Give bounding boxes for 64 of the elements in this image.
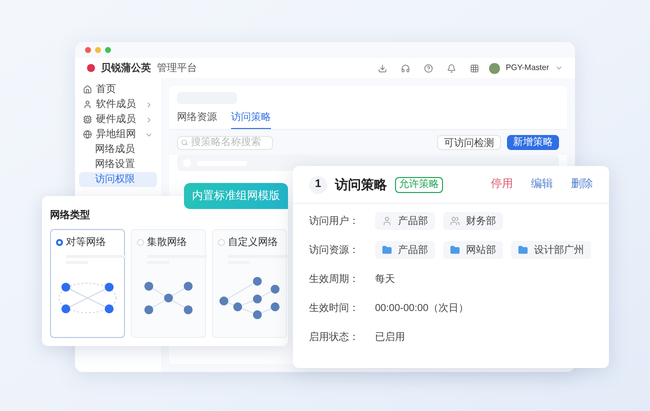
menu-item-icon (83, 85, 92, 94)
folder-icon (518, 245, 528, 255)
headset-icon[interactable] (400, 64, 410, 72)
tag-chip: 设计部广州 (511, 241, 591, 259)
policy-index: 1 (309, 176, 327, 194)
template-banner: 内置标准组网模版 (184, 183, 288, 209)
network-option[interactable]: 自定义网络 (212, 229, 287, 338)
menu-item-icon (83, 100, 92, 109)
brand-name: 贝锐蒲公英 (101, 62, 151, 76)
sidebar-item[interactable]: 硬件成员 (79, 112, 157, 127)
check-button[interactable]: 可访问检测 (437, 135, 501, 150)
sidebar-item[interactable]: 访问权限 (79, 172, 157, 187)
user-icon (382, 216, 392, 226)
sidebar-item[interactable]: 首页 (79, 82, 157, 97)
tab[interactable]: 访问策略 (231, 110, 271, 129)
platform-label: 管理平台 (157, 62, 197, 76)
field-label: 访问资源： (309, 244, 360, 258)
tag-chip: 产品部 (375, 241, 435, 259)
custom-network-drawing (218, 275, 281, 321)
network-option[interactable]: 集散网络 (131, 229, 206, 338)
sidebar-item[interactable]: 异地组网 (79, 127, 157, 142)
option-label: 集散网络 (147, 236, 187, 250)
search-icon (181, 139, 188, 146)
search-field[interactable]: 搜策略名称搜索 (177, 136, 273, 150)
sidebar-item[interactable]: 网络成员 (79, 142, 157, 157)
network-option[interactable]: 对等网络 (50, 229, 125, 338)
radio-icon (137, 239, 144, 246)
option-label: 自定义网络 (228, 236, 278, 250)
action-link[interactable]: 编辑 (531, 176, 553, 193)
card-title: 网络类型 (50, 208, 91, 223)
tag-chip: 财务部 (443, 212, 503, 230)
field-value: 每天 (375, 272, 395, 286)
users-icon (450, 216, 460, 226)
tag-chip: 产品部 (375, 212, 435, 230)
sidebar-item[interactable]: 软件成员 (79, 97, 157, 112)
field-value: 00:00-00:00（次日） (375, 302, 468, 316)
field-label: 生效时间： (309, 302, 360, 316)
add-button[interactable]: 新增策略 (507, 135, 559, 150)
menu-item-icon (83, 115, 92, 124)
avatar-icon (488, 62, 500, 74)
user-name[interactable]: PGY-Master (506, 62, 549, 74)
download-icon[interactable] (378, 64, 387, 72)
radio-icon (56, 239, 63, 246)
help-icon[interactable] (424, 64, 433, 72)
menu-item-icon (83, 130, 92, 139)
disable-link[interactable]: 停用 (491, 176, 513, 193)
sidebar-item[interactable]: 网络设置 (79, 157, 157, 172)
bell-icon[interactable] (446, 64, 456, 72)
grid-icon[interactable] (470, 64, 479, 72)
field-label: 访问用户： (309, 214, 360, 228)
radio-icon (218, 239, 225, 246)
field-value: 已启用 (375, 330, 405, 344)
field-label: 启用状态： (309, 330, 360, 344)
logo-icon (87, 64, 95, 72)
tag-chip: 网站部 (443, 241, 503, 259)
action-link[interactable]: 删除 (571, 176, 593, 193)
tab[interactable]: 网络资源 (177, 110, 217, 129)
allow-badge: 允许策略 (395, 176, 443, 192)
option-label: 对等网络 (66, 236, 106, 250)
chevron-icon[interactable] (555, 64, 563, 72)
folder-icon (382, 245, 392, 255)
policy-title: 访问策略 (335, 176, 387, 194)
folder-icon (450, 245, 460, 255)
field-label: 生效周期： (309, 272, 360, 286)
